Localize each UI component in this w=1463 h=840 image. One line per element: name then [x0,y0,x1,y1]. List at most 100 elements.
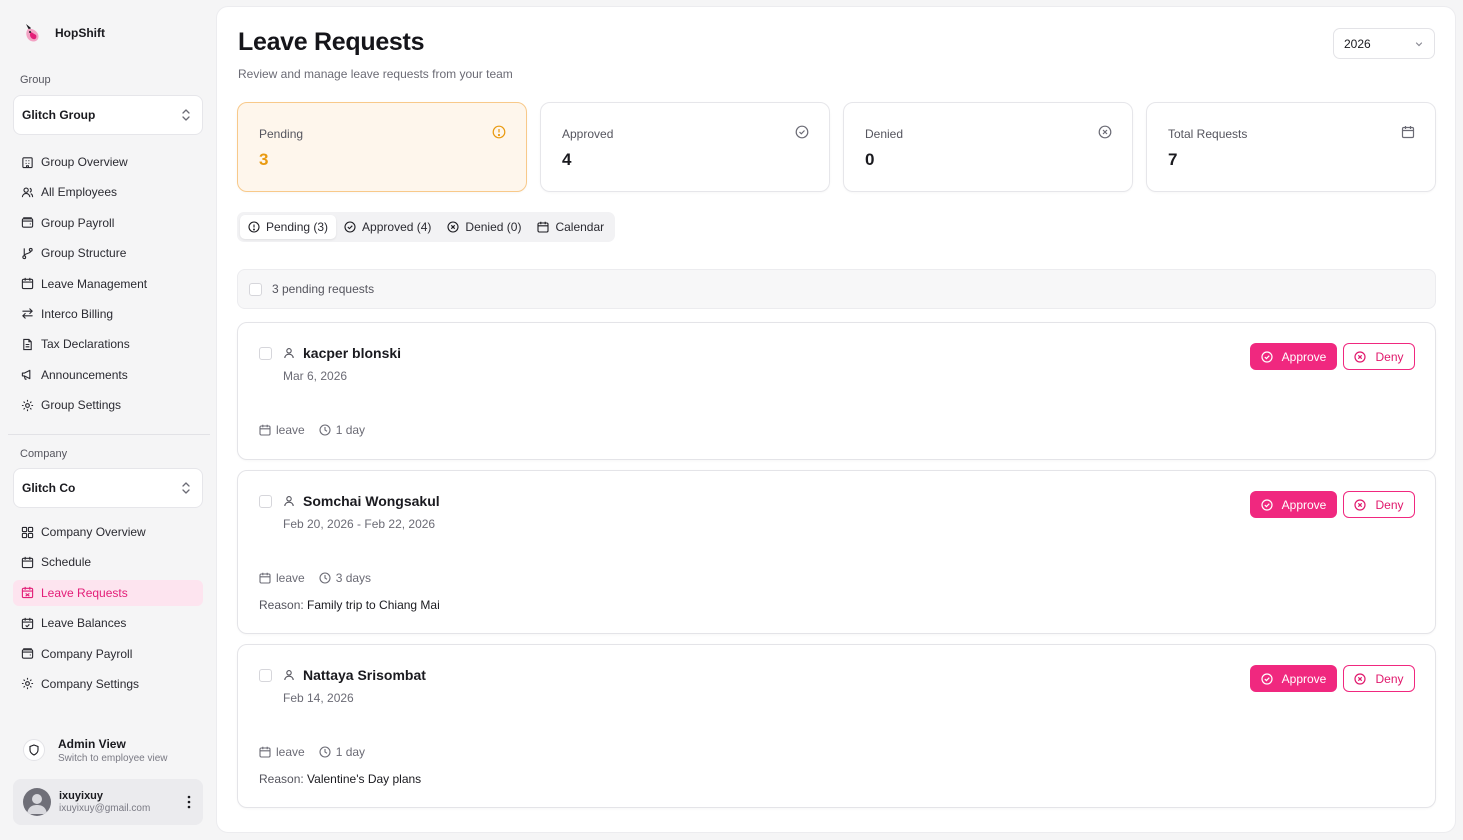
x-circle-icon [1354,672,1367,685]
leave-type-label: leave [276,745,305,759]
sidebar-item-group-settings[interactable]: Group Settings [13,392,203,418]
sidebar-item-company-settings[interactable]: Company Settings [13,671,203,697]
calendar-icon [259,746,271,758]
deny-button[interactable]: Deny [1343,491,1415,518]
stat-card-pending[interactable]: Pending 3 [237,102,527,192]
calendar-icon [21,556,34,569]
company-section-label: Company [20,448,68,460]
leave-duration: 3 days [319,571,371,585]
approve-button[interactable]: Approve [1250,343,1337,370]
check-circle-icon [344,221,356,233]
request-date: Feb 14, 2026 [283,691,354,705]
deny-label: Deny [1375,671,1404,686]
chevrons-up-down-icon [182,109,190,121]
calendar-icon [1401,126,1415,139]
calendar-icon [259,424,271,436]
approve-button[interactable]: Approve [1250,491,1337,518]
gear-icon [21,399,34,411]
sidebar-item-leave-balances[interactable]: Leave Balances [13,610,203,636]
admin-view-title: Admin View [58,736,126,751]
request-actions: Approve Deny [1250,491,1415,518]
leave-type-label: leave [276,571,305,585]
stat-value: 7 [1168,150,1178,169]
sidebar-item-announcements[interactable]: Announcements [13,362,203,388]
sidebar-item-group-payroll[interactable]: Group Payroll [13,210,203,236]
calendar-icon [21,277,34,290]
leave-request-card: Nattaya Srisombat Feb 14, 2026 leave 1 d… [237,644,1436,808]
leave-duration-label: 1 day [335,423,366,437]
alert-circle-icon [492,125,506,139]
tab-pending[interactable]: Pending (3) [240,215,337,239]
stat-value: 3 [259,150,269,169]
hopshift-logo-icon [26,24,39,42]
tab-label: Pending (3) [266,220,329,234]
group-selector[interactable]: Glitch Group [13,95,203,135]
deny-label: Deny [1375,497,1404,512]
request-actions: Approve Deny [1250,665,1415,692]
sidebar-item-group-overview[interactable]: Group Overview [13,149,203,175]
arrows-swap-icon [22,308,33,320]
user-email: ixuyixuy@gmail.com [59,803,151,814]
sidebar-item-group-structure[interactable]: Group Structure [13,240,203,266]
sidebar-item-company-payroll[interactable]: Company Payroll [13,641,203,667]
stat-card-approved[interactable]: Approved 4 [540,102,830,192]
stat-label: Approved [562,127,614,141]
sidebar-item-schedule[interactable]: Schedule [13,549,203,575]
sidebar-item-tax-declarations[interactable]: Tax Declarations [13,331,203,357]
calendar-icon [259,572,271,584]
check-circle-icon [795,125,809,139]
sidebar-item-label: Leave Management [41,276,148,291]
sidebar-divider [8,434,210,435]
group-section-label: Group [20,74,51,86]
wallet-icon [21,648,34,659]
status-tabs: Pending (3) Approved (4) Denied (0) Cale… [237,212,616,242]
company-nav: Company Overview Schedule Leave Requests… [13,519,203,701]
sidebar-item-leave-management[interactable]: Leave Management [13,271,203,297]
stat-value: 4 [562,150,572,169]
more-vertical-icon[interactable] [187,794,191,810]
company-selector[interactable]: Glitch Co [13,468,203,508]
sidebar-item-label: Group Payroll [41,215,115,230]
brand[interactable]: HopShift [22,22,105,44]
clock-icon [319,424,331,436]
request-employee: Nattaya Srisombat [283,667,426,683]
grid-icon [21,526,34,538]
page-subtitle: Review and manage leave requests from yo… [238,67,513,81]
admin-view-toggle[interactable]: Admin View Switch to employee view [13,730,203,770]
megaphone-icon [21,369,31,380]
sidebar-item-interco-billing[interactable]: Interco Billing [13,301,203,327]
reason-label: Reason: [259,772,304,786]
tab-denied[interactable]: Denied (0) [439,215,529,239]
sidebar-item-label: Schedule [41,555,92,570]
request-checkbox[interactable] [259,495,272,508]
request-reason: Reason: Valentine's Day plans [259,772,421,786]
sidebar-item-company-overview[interactable]: Company Overview [13,519,203,545]
request-checkbox[interactable] [259,347,272,360]
approve-button[interactable]: Approve [1250,665,1337,692]
deny-button[interactable]: Deny [1343,343,1415,370]
stat-card-denied[interactable]: Denied 0 [843,102,1133,192]
stat-card-total[interactable]: Total Requests 7 [1146,102,1436,192]
year-select[interactable]: 2026 [1333,28,1435,59]
user-icon [284,496,294,507]
users-icon [21,187,34,198]
clock-icon [319,572,331,584]
reason-text: Family trip to Chiang Mai [307,598,440,612]
leave-type: leave [259,745,305,759]
user-card[interactable]: ixuyixuy ixuyixuy@gmail.com [13,779,203,825]
reason-text: Valentine's Day plans [307,772,422,786]
deny-button[interactable]: Deny [1343,665,1415,692]
reason-label: Reason: [259,598,304,612]
sidebar-item-label: Group Settings [41,398,122,413]
user-name: ixuyixuy [59,790,104,802]
request-checkbox[interactable] [259,669,272,682]
sidebar-item-leave-requests[interactable]: Leave Requests [13,579,203,606]
tab-approved[interactable]: Approved (4) [336,215,439,239]
git-branch-icon [22,247,33,259]
tab-calendar[interactable]: Calendar [529,215,612,239]
employee-name: kacper blonski [303,345,402,361]
user-icon [284,670,294,681]
stat-label: Total Requests [1168,127,1248,141]
select-all-checkbox[interactable] [249,282,262,296]
sidebar-item-all-employees[interactable]: All Employees [13,179,203,205]
